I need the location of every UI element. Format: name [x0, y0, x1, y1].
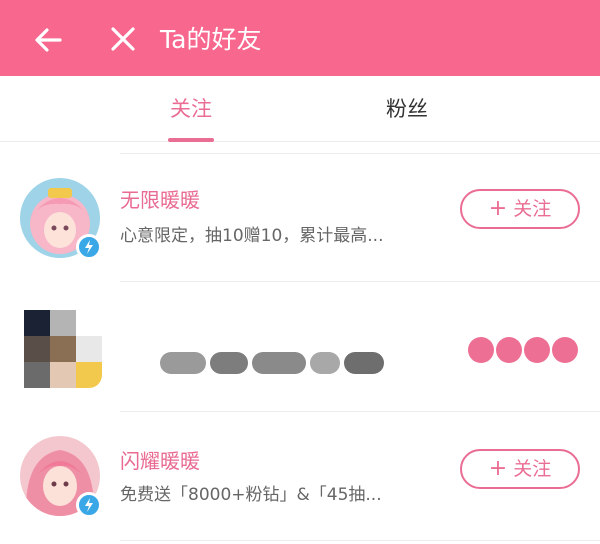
back-arrow-icon[interactable] — [30, 22, 66, 58]
divider — [120, 540, 600, 541]
avatar[interactable] — [20, 178, 102, 260]
lightning-badge-icon — [76, 234, 102, 260]
divider — [120, 153, 600, 154]
follow-button[interactable]: + 关注 — [460, 449, 580, 489]
close-icon[interactable] — [106, 22, 140, 56]
tab-fans[interactable]: 粉丝 — [386, 94, 428, 124]
active-tab-indicator — [168, 138, 214, 142]
user-name[interactable]: 无限暖暖 — [120, 186, 200, 214]
follow-button[interactable]: + 关注 — [460, 189, 580, 229]
avatar[interactable] — [24, 310, 102, 388]
tab-bar: 关注 粉丝 — [0, 76, 600, 142]
plus-icon: + — [488, 196, 508, 221]
obscured-button[interactable] — [468, 337, 580, 367]
user-description: 免费送「8000+粉钻」&「45抽... — [120, 485, 382, 505]
divider — [120, 281, 600, 282]
follow-button-label: 关注 — [513, 458, 552, 480]
plus-icon: + — [488, 456, 508, 481]
obscured-text — [160, 352, 420, 378]
page-title: Ta的好友 — [160, 25, 262, 54]
user-description: 心意限定，抽10赠10，累计最高... — [120, 226, 384, 246]
avatar[interactable] — [20, 436, 102, 518]
header-bar: Ta的好友 — [0, 0, 600, 76]
divider — [120, 411, 600, 412]
lightning-badge-icon — [76, 492, 102, 518]
tab-following[interactable]: 关注 — [170, 94, 212, 124]
follow-button-label: 关注 — [513, 198, 552, 220]
user-name[interactable]: 闪耀暖暖 — [120, 447, 200, 475]
